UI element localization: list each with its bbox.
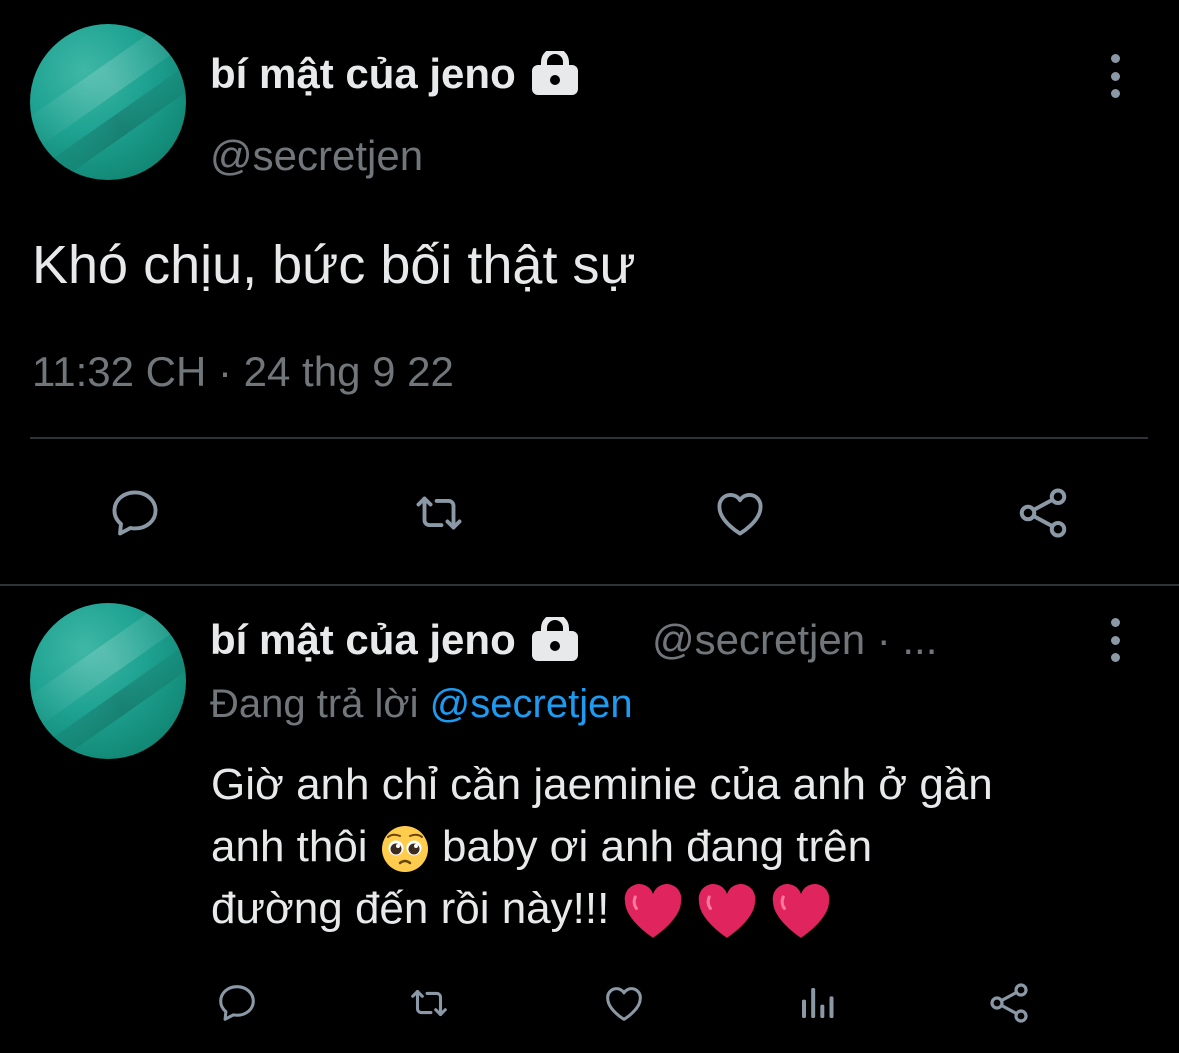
like-icon: [606, 987, 642, 1021]
heart-emoji: [772, 884, 830, 939]
retweet-icon: [411, 989, 447, 1017]
reply-header-handle[interactable]: @secretjen · ...: [652, 616, 937, 664]
like-button[interactable]: [597, 976, 651, 1030]
avatar[interactable]: [30, 24, 186, 180]
divider: [30, 437, 1148, 439]
tweet-time[interactable]: 11:32 CH: [32, 348, 206, 395]
analytics-button[interactable]: [790, 976, 844, 1030]
display-name[interactable]: bí mật của jeno: [210, 50, 580, 98]
replying-label: Đang trả lời: [210, 682, 419, 726]
share-button[interactable]: [982, 976, 1036, 1030]
lock-icon: [531, 51, 578, 95]
replying-to: Đang trả lời @secretjen: [210, 682, 633, 727]
pleading-face-emoji: [381, 826, 428, 873]
retweet-button[interactable]: [404, 480, 474, 546]
replying-to-link[interactable]: @secretjen: [430, 682, 633, 726]
tweet-text-segment: anh thôi: [211, 822, 368, 871]
like-button[interactable]: [705, 480, 775, 546]
reply-button[interactable]: [210, 976, 264, 1030]
share-icon: [1019, 488, 1067, 538]
avatar[interactable]: [30, 603, 186, 759]
tweet-separator: [0, 584, 1179, 586]
reply-icon: [112, 490, 158, 536]
share-button[interactable]: [1008, 480, 1078, 546]
share-icon: [990, 983, 1028, 1023]
tweet-text-line: đường đến rồi này!!!: [211, 878, 1151, 940]
like-icon: [717, 492, 763, 536]
tweet-text-segment: baby ơi anh đang trên: [442, 822, 873, 871]
reply-icon: [219, 985, 255, 1021]
handle: @secretjen: [652, 616, 866, 663]
display-name-text: bí mật của jeno: [210, 616, 516, 663]
heart-emoji: [698, 884, 756, 939]
lock-icon: [531, 617, 578, 661]
tweet-timestamp: 11:32 CH · 24 thg 9 22: [32, 348, 454, 396]
retweet-button[interactable]: [402, 976, 456, 1030]
retweet-icon: [416, 496, 462, 530]
tweet-text-line: anh thôi baby ơi anh đang trên: [211, 816, 1151, 878]
handle[interactable]: @secretjen: [210, 132, 423, 180]
tweet-date[interactable]: 24 thg 9 22: [244, 348, 454, 395]
display-name-text: bí mật của jeno: [210, 50, 516, 97]
meta-separator: ·: [218, 348, 232, 395]
more-icon[interactable]: [1107, 54, 1123, 98]
tweet-text: Giờ anh chỉ cần jaeminie của anh ở gần a…: [211, 754, 1151, 940]
tweet-text-line: Giờ anh chỉ cần jaeminie của anh ở gần: [211, 760, 993, 809]
handle-suffix: · ...: [876, 616, 938, 663]
more-icon[interactable]: [1107, 618, 1123, 662]
reply-button[interactable]: [100, 480, 170, 546]
analytics-icon: [802, 988, 834, 1018]
heart-emoji: [624, 884, 681, 939]
display-name[interactable]: bí mật của jeno: [210, 616, 580, 664]
tweet-text: Khó chịu, bức bối thật sự: [32, 235, 636, 295]
tweet-text-segment: đường đến rồi này!!!: [211, 884, 610, 933]
